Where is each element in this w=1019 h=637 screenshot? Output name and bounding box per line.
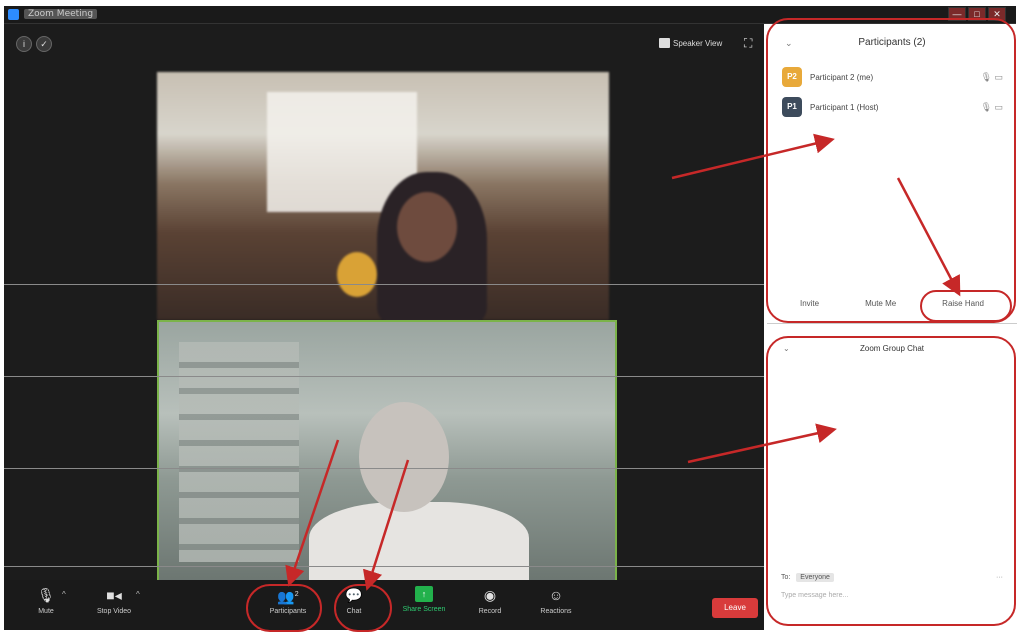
window-title: Zoom Meeting	[24, 9, 98, 19]
reactions-button[interactable]: ☺ Reactions	[526, 586, 586, 615]
meeting-video-area: i ✓ Speaker View ⛶	[4, 24, 764, 630]
annotation-oval-chat-button	[334, 584, 392, 632]
leave-button[interactable]: Leave	[712, 598, 758, 618]
video-face	[359, 402, 449, 512]
video-person	[309, 502, 529, 592]
microphone-icon: 🎙	[37, 587, 55, 603]
fullscreen-icon[interactable]: ⛶	[744, 36, 752, 51]
divider	[4, 566, 764, 567]
video-object	[337, 252, 377, 297]
stop-video-button[interactable]: ■◂ Stop Video	[84, 586, 144, 615]
divider	[4, 376, 764, 377]
participant-video-2[interactable]	[157, 320, 617, 592]
reactions-icon: ☺	[548, 587, 564, 603]
annotation-oval-participants-panel	[766, 18, 1016, 323]
video-options-chevron-icon[interactable]: ^	[136, 590, 140, 599]
video-face	[397, 192, 457, 262]
divider	[4, 468, 764, 469]
security-shield-icon[interactable]: ✓	[36, 36, 52, 52]
audio-options-chevron-icon[interactable]: ^	[62, 590, 66, 599]
video-camera-icon: ■◂	[106, 587, 122, 603]
grid-view-icon	[659, 38, 670, 48]
divider	[4, 284, 764, 285]
annotation-oval-participants-button	[246, 584, 322, 632]
annotation-oval-raise-hand	[920, 290, 1012, 322]
meeting-info-icons: i ✓	[16, 36, 52, 52]
zoom-app-icon	[8, 9, 19, 20]
meeting-info-icon[interactable]: i	[16, 36, 32, 52]
annotation-oval-chat-panel	[766, 336, 1016, 626]
share-screen-button[interactable]: ↑ Share Screen	[394, 586, 454, 613]
participant-video-1[interactable]	[157, 72, 609, 322]
share-screen-icon: ↑	[415, 586, 433, 602]
video-background	[179, 342, 299, 562]
mute-button[interactable]: 🎙 Mute	[16, 586, 76, 615]
record-button[interactable]: ◉ Record	[460, 586, 520, 615]
record-icon: ◉	[483, 587, 497, 603]
speaker-view-button[interactable]: Speaker View	[659, 38, 722, 48]
